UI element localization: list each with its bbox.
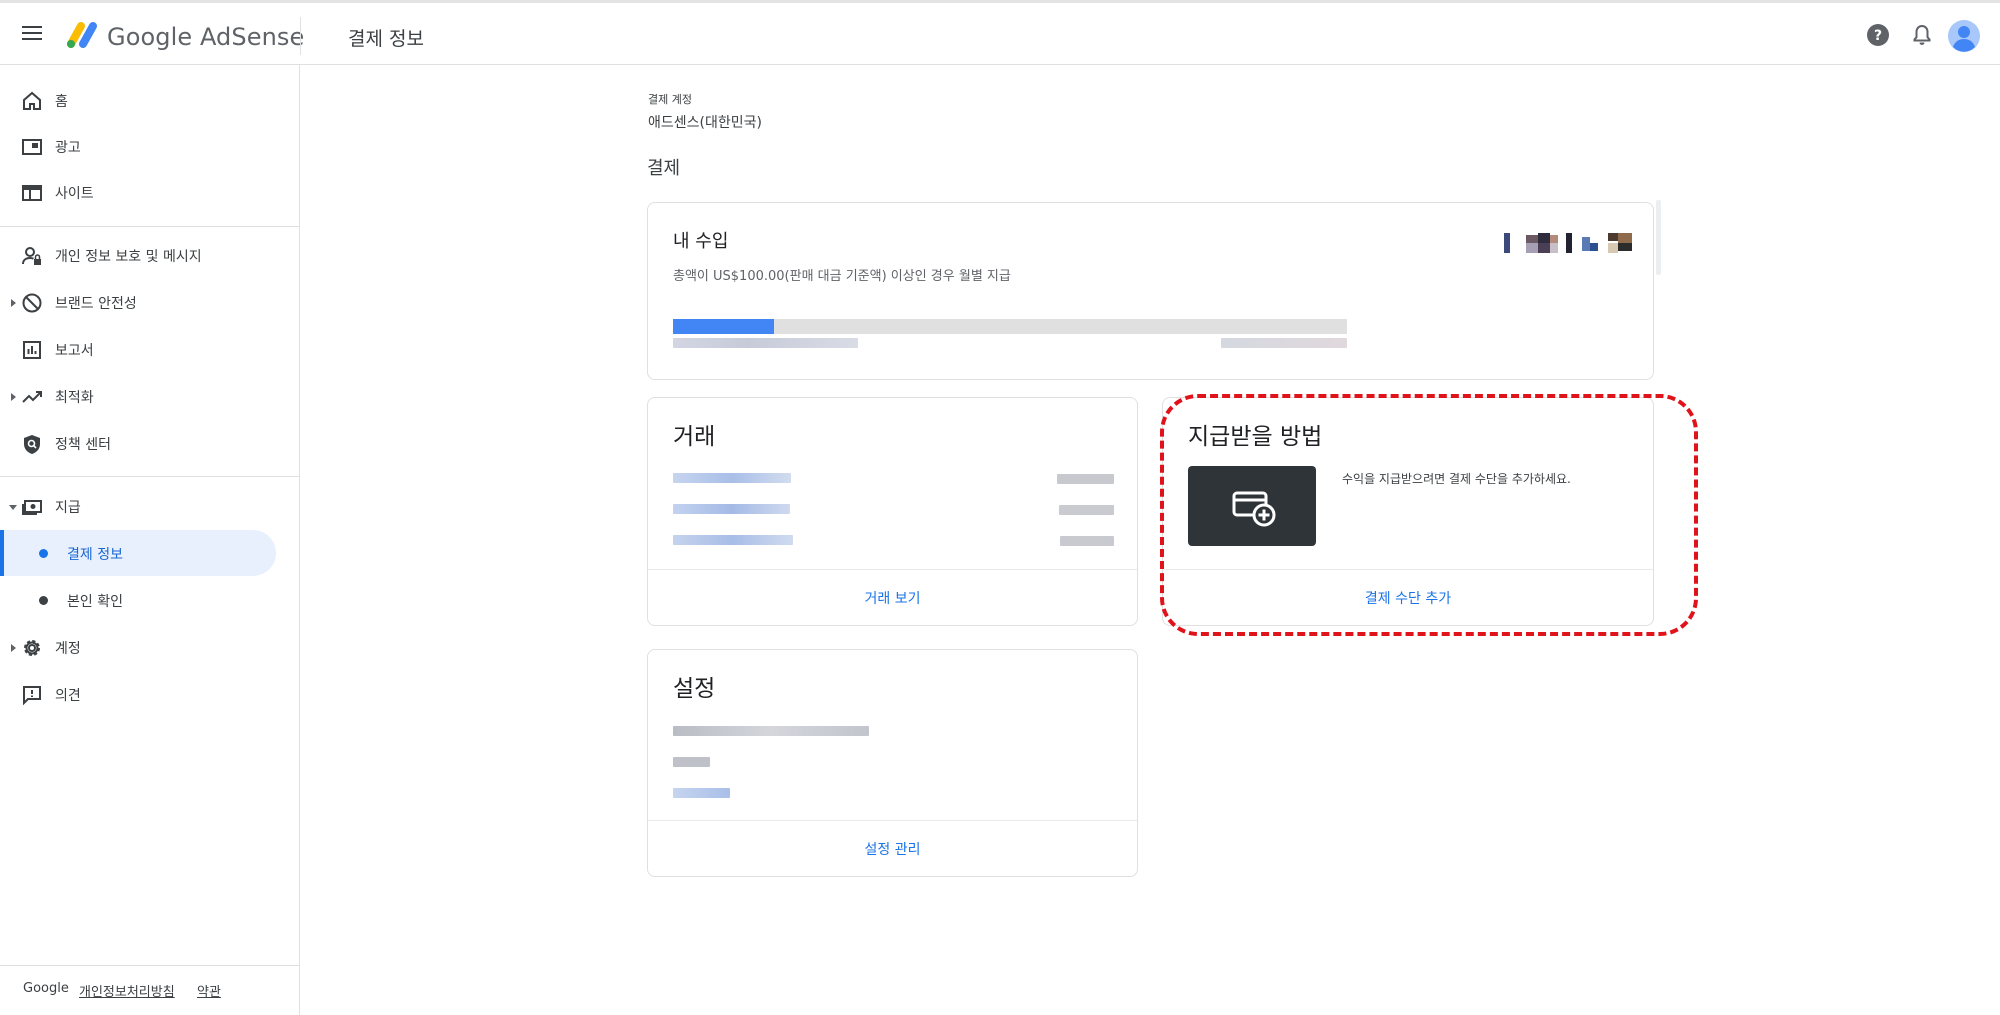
ads-icon	[22, 139, 42, 155]
payment-method-title: 지급받을 방법	[1188, 424, 1323, 450]
sidebar-divider	[0, 476, 300, 477]
blurred-amount	[1059, 505, 1114, 515]
sidebar-item-label: 홈	[55, 94, 68, 110]
report-icon	[23, 341, 41, 359]
home-icon	[23, 91, 41, 110]
earnings-description: 총액이 US$100.00(판매 대금 기준액) 이상인 경우 월별 지급	[673, 269, 1011, 284]
sidebar-item-privacy-messaging[interactable]: 개인 정보 보호 및 메시지	[0, 232, 300, 278]
add-payment-method-link[interactable]: 결제 수단 추가	[1163, 588, 1653, 608]
sidebar-item-policy-center[interactable]: 정책 센터	[0, 420, 300, 466]
brand-name[interactable]: Google AdSense	[107, 23, 304, 51]
chevron-right-icon	[11, 299, 16, 307]
transactions-card: 거래 거래 보기	[647, 397, 1138, 626]
chevron-right-icon	[11, 393, 16, 401]
sidebar-item-sites[interactable]: 사이트	[0, 169, 300, 215]
sidebar-item-home[interactable]: 홈	[0, 77, 300, 123]
card-footer: 거래 보기	[648, 569, 1137, 625]
sidebar-item-payments[interactable]: 지급	[0, 483, 300, 529]
sidebar-item-label: 광고	[55, 140, 81, 156]
blurred-link[interactable]	[673, 788, 730, 798]
payments-icon	[22, 500, 42, 515]
sidebar-item-label: 계정	[55, 641, 81, 657]
sidebar-item-feedback[interactable]: 의견	[0, 671, 300, 717]
payment-account-value: 애드센스(대한민국)	[648, 115, 762, 131]
blurred-text	[673, 338, 858, 348]
sidebar-item-label: 결제 정보	[67, 547, 123, 563]
add-card-icon	[1232, 491, 1276, 527]
block-icon	[22, 293, 42, 313]
blurred-balance	[1504, 233, 1632, 253]
blurred-transaction-link[interactable]	[673, 535, 793, 545]
earnings-progress-bar	[673, 319, 1347, 334]
sidebar-item-ads[interactable]: 광고	[0, 123, 300, 169]
google-footer-text: Google	[23, 981, 69, 996]
chevron-down-icon	[9, 505, 17, 510]
page-title: 결제 정보	[348, 28, 424, 50]
sidebar-item-label: 의견	[55, 688, 81, 704]
card-scrollbar[interactable]	[1656, 200, 1661, 275]
blurred-text	[673, 757, 710, 767]
header-divider	[300, 17, 301, 55]
bullet-icon	[39, 596, 48, 605]
sidebar-item-label: 사이트	[55, 186, 94, 202]
gear-icon	[24, 640, 40, 656]
payment-method-hint: 수익을 지급받으려면 결제 수단을 추가하세요.	[1342, 472, 1571, 486]
top-app-bar: Google AdSense 결제 정보 ?	[0, 0, 2000, 65]
card-footer: 결제 수단 추가	[1163, 569, 1653, 625]
sidebar-item-identity-verification[interactable]: 본인 확인	[0, 577, 276, 623]
manage-settings-link[interactable]: 설정 관리	[648, 839, 1137, 859]
sites-icon	[22, 185, 42, 201]
privacy-icon	[22, 247, 41, 265]
sidebar-divider	[0, 226, 300, 227]
feedback-icon	[23, 686, 41, 706]
view-transactions-link[interactable]: 거래 보기	[648, 588, 1137, 608]
transactions-title: 거래	[673, 424, 716, 450]
sidebar-item-label: 브랜드 안전성	[55, 296, 137, 312]
section-title: 결제	[647, 158, 681, 179]
earnings-title: 내 수입	[673, 231, 729, 252]
sidebar-item-optimization[interactable]: 최적화	[0, 373, 300, 419]
settings-card: 설정 설정 관리	[647, 649, 1138, 877]
payment-method-card: 지급받을 방법 수익을 지급받으려면 결제 수단을 추가하세요. 결제 수단 추…	[1162, 397, 1654, 626]
sidebar-item-reports[interactable]: 보고서	[0, 326, 300, 372]
blurred-text	[1221, 338, 1347, 348]
blurred-transaction-link[interactable]	[673, 473, 791, 483]
terms-link[interactable]: 약관	[197, 981, 221, 1000]
menu-icon[interactable]	[22, 26, 42, 42]
sidebar-item-label: 정책 센터	[55, 437, 111, 453]
account-avatar-icon[interactable]	[1948, 20, 1980, 52]
bullet-icon	[39, 549, 48, 558]
earnings-progress-fill	[673, 319, 775, 334]
blurred-amount	[1057, 474, 1114, 484]
payment-account-label: 결제 계정	[648, 93, 692, 106]
earnings-card: 내 수입 총액이 US$100.00(판매 대금 기준액) 이상인 경우 월별 …	[647, 202, 1654, 380]
sidebar-footer: Google 개인정보처리방침 약관	[0, 965, 300, 1015]
help-icon[interactable]: ?	[1865, 22, 1891, 48]
blurred-transaction-link[interactable]	[673, 504, 790, 514]
svg-text:?: ?	[1874, 28, 1882, 44]
sidebar-item-label: 개인 정보 보호 및 메시지	[55, 249, 202, 265]
trending-icon	[22, 391, 42, 403]
adsense-logo[interactable]	[62, 19, 98, 51]
sidebar-item-account[interactable]: 계정	[0, 624, 300, 670]
sidebar-item-label: 보고서	[55, 343, 94, 359]
settings-title: 설정	[673, 676, 716, 702]
card-footer: 설정 관리	[648, 820, 1137, 876]
sidebar-item-payment-info[interactable]: 결제 정보	[0, 530, 276, 576]
sidebar-item-brand-safety[interactable]: 브랜드 안전성	[0, 279, 300, 325]
sidebar-item-label: 최적화	[55, 390, 94, 406]
blurred-amount	[1060, 536, 1114, 546]
blurred-text	[673, 726, 869, 736]
shield-icon	[24, 435, 40, 454]
sidebar-item-label: 본인 확인	[67, 594, 123, 610]
bell-icon[interactable]	[1909, 22, 1935, 48]
add-payment-method-thumbnail[interactable]	[1188, 466, 1316, 546]
sidebar-item-label: 지급	[55, 500, 81, 516]
sidebar: 홈 광고 사이트 개인 정보 보호 및 메시지 브랜드 안전성 보고서 최적화 …	[0, 65, 300, 1015]
privacy-policy-link[interactable]: 개인정보처리방침	[79, 981, 175, 1000]
chevron-right-icon	[11, 644, 16, 652]
